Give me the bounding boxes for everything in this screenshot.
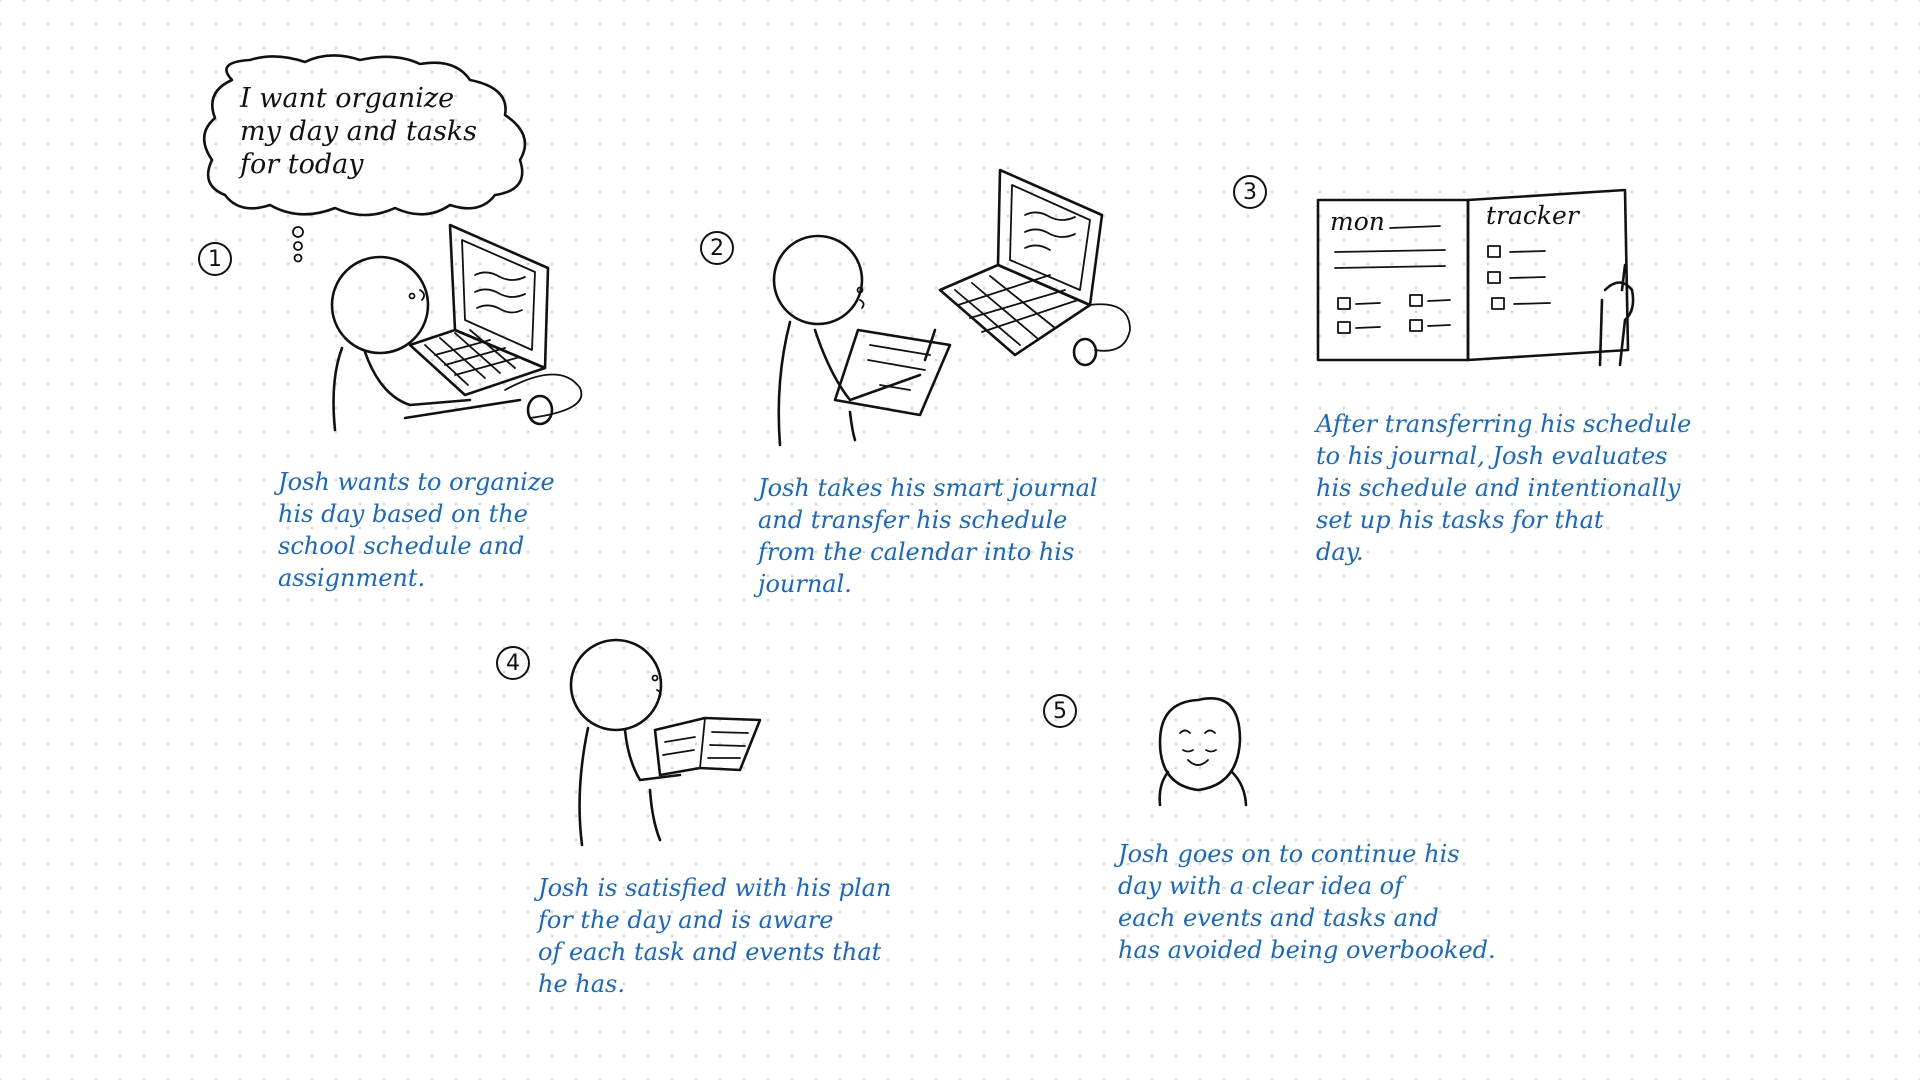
josh-head [1158, 697, 1242, 792]
panel-4-caption: Josh is satisfied with his plan for the … [538, 874, 892, 998]
thought-bubble-text: I want organize my day and tasks for tod… [240, 83, 478, 180]
josh-head [330, 255, 430, 355]
josh-back [332, 346, 344, 432]
josh-back [578, 726, 590, 847]
panel-5-number: 5 [1043, 694, 1077, 728]
panel-5-illustration [1158, 697, 1248, 807]
pen [1620, 263, 1627, 292]
panel-2-illustration [772, 168, 1131, 447]
journal-left-label: mon [1330, 207, 1385, 236]
mouse [526, 394, 554, 426]
panel-2-caption: Josh takes his smart journal and transfe… [758, 474, 1098, 598]
panel-4-illustration [569, 638, 762, 847]
dot-grid-canvas: I want organize my day and tasks for tod… [0, 0, 1920, 1080]
panel-1-illustration [330, 223, 583, 432]
panel-1-caption: Josh wants to organize his day based on … [278, 468, 555, 592]
panel-1-number: 1 [198, 242, 232, 276]
laptop-screen [996, 168, 1104, 307]
panel-4-number: 4 [496, 646, 530, 680]
josh-head [569, 638, 663, 732]
josh-back [777, 320, 792, 447]
hand [1603, 281, 1635, 367]
josh-head [772, 234, 864, 326]
panel-5-caption: Josh goes on to continue his day with a … [1118, 840, 1496, 964]
panel-2-number: 2 [700, 231, 734, 265]
mouse [1072, 337, 1098, 367]
panel-3-caption: After transferring his schedule to his j… [1316, 410, 1692, 566]
laptop-keyboard [408, 328, 547, 397]
journal-right-label: tracker [1486, 201, 1579, 230]
panel-3-number: 3 [1233, 175, 1267, 209]
journal [833, 328, 952, 417]
